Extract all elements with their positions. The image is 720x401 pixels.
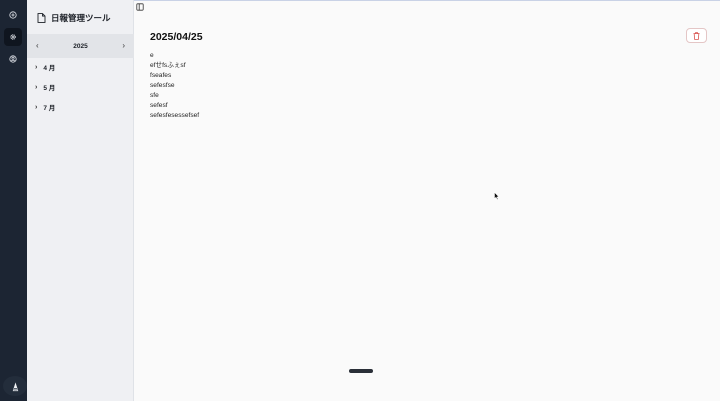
- report-line: sefesf: [150, 102, 168, 109]
- month-label: 5 月: [43, 85, 56, 92]
- mouse-cursor-icon: [494, 192, 500, 200]
- report-line: sefesfesessefsef: [150, 112, 200, 119]
- document-icon: [37, 13, 46, 23]
- report-body: e efせfsふぇsf fseafes sefesfse sfe sefesf …: [150, 51, 199, 121]
- chevron-right-icon: ›: [35, 103, 38, 111]
- new-report-button[interactable]: [4, 6, 22, 24]
- trash-icon: [693, 31, 700, 40]
- sidebar-item-month-7[interactable]: › 7 月: [35, 101, 55, 113]
- app-logo[interactable]: [3, 376, 27, 396]
- user-icon: [9, 55, 17, 63]
- sidebar: 日報管理ツール ‹ 2025 › › 4 月 › 5 月 › 7 月: [27, 0, 134, 401]
- settings-button[interactable]: [4, 28, 22, 46]
- month-label: 7 月: [43, 105, 56, 112]
- report-line: sefesfse: [150, 82, 175, 89]
- sidebar-item-month-5[interactable]: › 5 月: [35, 81, 55, 93]
- year-navigator: ‹ 2025 ›: [27, 34, 134, 58]
- report-line: fseafes: [150, 72, 172, 79]
- app-title: 日報管理ツール: [51, 13, 111, 23]
- account-button[interactable]: [4, 50, 22, 68]
- app-logo-icon: [12, 381, 18, 391]
- chevron-right-icon[interactable]: ›: [122, 42, 125, 50]
- icon-rail: [0, 0, 27, 401]
- app-header: 日報管理ツール: [37, 10, 111, 26]
- gear-icon: [10, 34, 16, 40]
- home-indicator[interactable]: [349, 369, 373, 373]
- chevron-right-icon: ›: [35, 63, 38, 71]
- year-label: 2025: [73, 42, 88, 50]
- delete-button[interactable]: [686, 28, 707, 43]
- report-line: efせfsふぇsf: [150, 62, 186, 69]
- chevron-right-icon: ›: [35, 83, 38, 91]
- chevron-left-icon[interactable]: ‹: [36, 42, 39, 50]
- sidebar-item-month-4[interactable]: › 4 月: [35, 61, 55, 73]
- report-date: 2025/04/25: [150, 31, 203, 43]
- report-view: 2025/04/25 e efせfsふぇsf fseafes sefesfse …: [134, 0, 720, 401]
- month-label: 4 月: [43, 65, 56, 72]
- report-line: sfe: [150, 92, 159, 99]
- circle-plus-icon: [9, 11, 17, 19]
- report-line: e: [150, 52, 154, 59]
